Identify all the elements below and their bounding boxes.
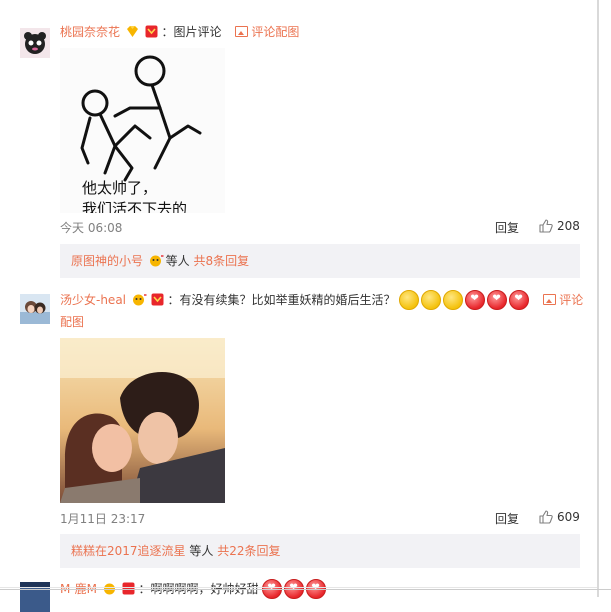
emoji-face-icon [399,290,420,310]
divider [0,587,597,588]
like-button[interactable]: 609 [539,510,580,524]
like-count: 208 [557,219,580,233]
member-badge-icon [151,293,164,306]
reply-thread-user[interactable]: 糕糕在2017追逐流星 [71,544,186,558]
like-count: 609 [557,510,580,524]
vip-face-badge-icon [149,254,164,267]
comment-image[interactable]: 他太帅了， 我们活不下去的 [60,48,225,213]
like-button[interactable]: 208 [539,219,580,233]
reply-button[interactable]: 回复 [495,219,519,236]
vip-badge-icon [126,25,139,38]
comment-text: 有没有续集？比如举重妖精的婚后生活？ [179,293,396,307]
comment-picture-link[interactable]: 评论配图 [235,25,299,39]
comment-picture-link[interactable]: 评论 [543,293,583,307]
reply-thread-others: 等人 [189,544,214,558]
reply-button[interactable]: 回复 [495,510,519,527]
comment-image[interactable] [60,338,225,503]
comment-picture-link-label: 评论配图 [251,25,300,39]
like-icon [539,219,553,233]
emoji-row [399,290,531,310]
reply-thread-user[interactable]: 原图神的小号 [71,254,143,268]
image-caption-line-2: 我们活不下去的 [82,200,187,213]
vip-face-badge-icon [132,293,147,306]
emoji-face-icon [421,290,442,310]
picture-icon [543,294,557,305]
comment-username[interactable]: 桃园奈奈花 [60,25,120,39]
comment-separator: ： [161,25,174,39]
comment-text: 图片评论 [173,25,222,39]
emoji-face-icon [443,290,464,310]
stick-figure-illustration: 他太帅了， 我们活不下去的 [60,48,225,213]
emoji-heart-icon [487,290,508,310]
comment-time: 今天 06:08 [60,221,123,235]
comment-picture-link-continued[interactable]: 配图 [60,314,84,330]
emoji-heart-icon [465,290,486,310]
comment-username[interactable]: 汤少女-heal [60,293,126,307]
user-avatar[interactable] [20,28,50,58]
comment-separator: ： [167,293,180,307]
member-badge-icon [145,25,158,38]
right-divider [597,0,599,597]
comment-picture-link-label: 评论 [559,293,584,307]
reply-thread-others: 等人 [165,254,190,268]
image-caption-line-1: 他太帅了， [82,179,157,197]
user-avatar[interactable] [20,294,50,324]
reply-thread[interactable]: 糕糕在2017追逐流星 等人 共22条回复 [60,534,580,568]
reply-thread-total[interactable]: 共8条回复 [194,254,250,268]
comment-header: 桃园奈奈花 ：图片评论 评论配图 [60,24,299,40]
window-bottom-edge [0,589,611,590]
reply-thread-total[interactable]: 共22条回复 [217,544,280,558]
kissing-couple-photo [60,338,225,503]
emoji-heart-icon [509,290,530,310]
reply-thread[interactable]: 原图神的小号 等人 共8条回复 [60,244,580,278]
comment-time: 1月11日 23:17 [60,512,146,526]
picture-icon [235,26,249,37]
like-icon [539,510,553,524]
comment-header: 汤少女-heal ：有没有续集？比如举重妖精的婚后生活？ 评论 [60,290,583,310]
